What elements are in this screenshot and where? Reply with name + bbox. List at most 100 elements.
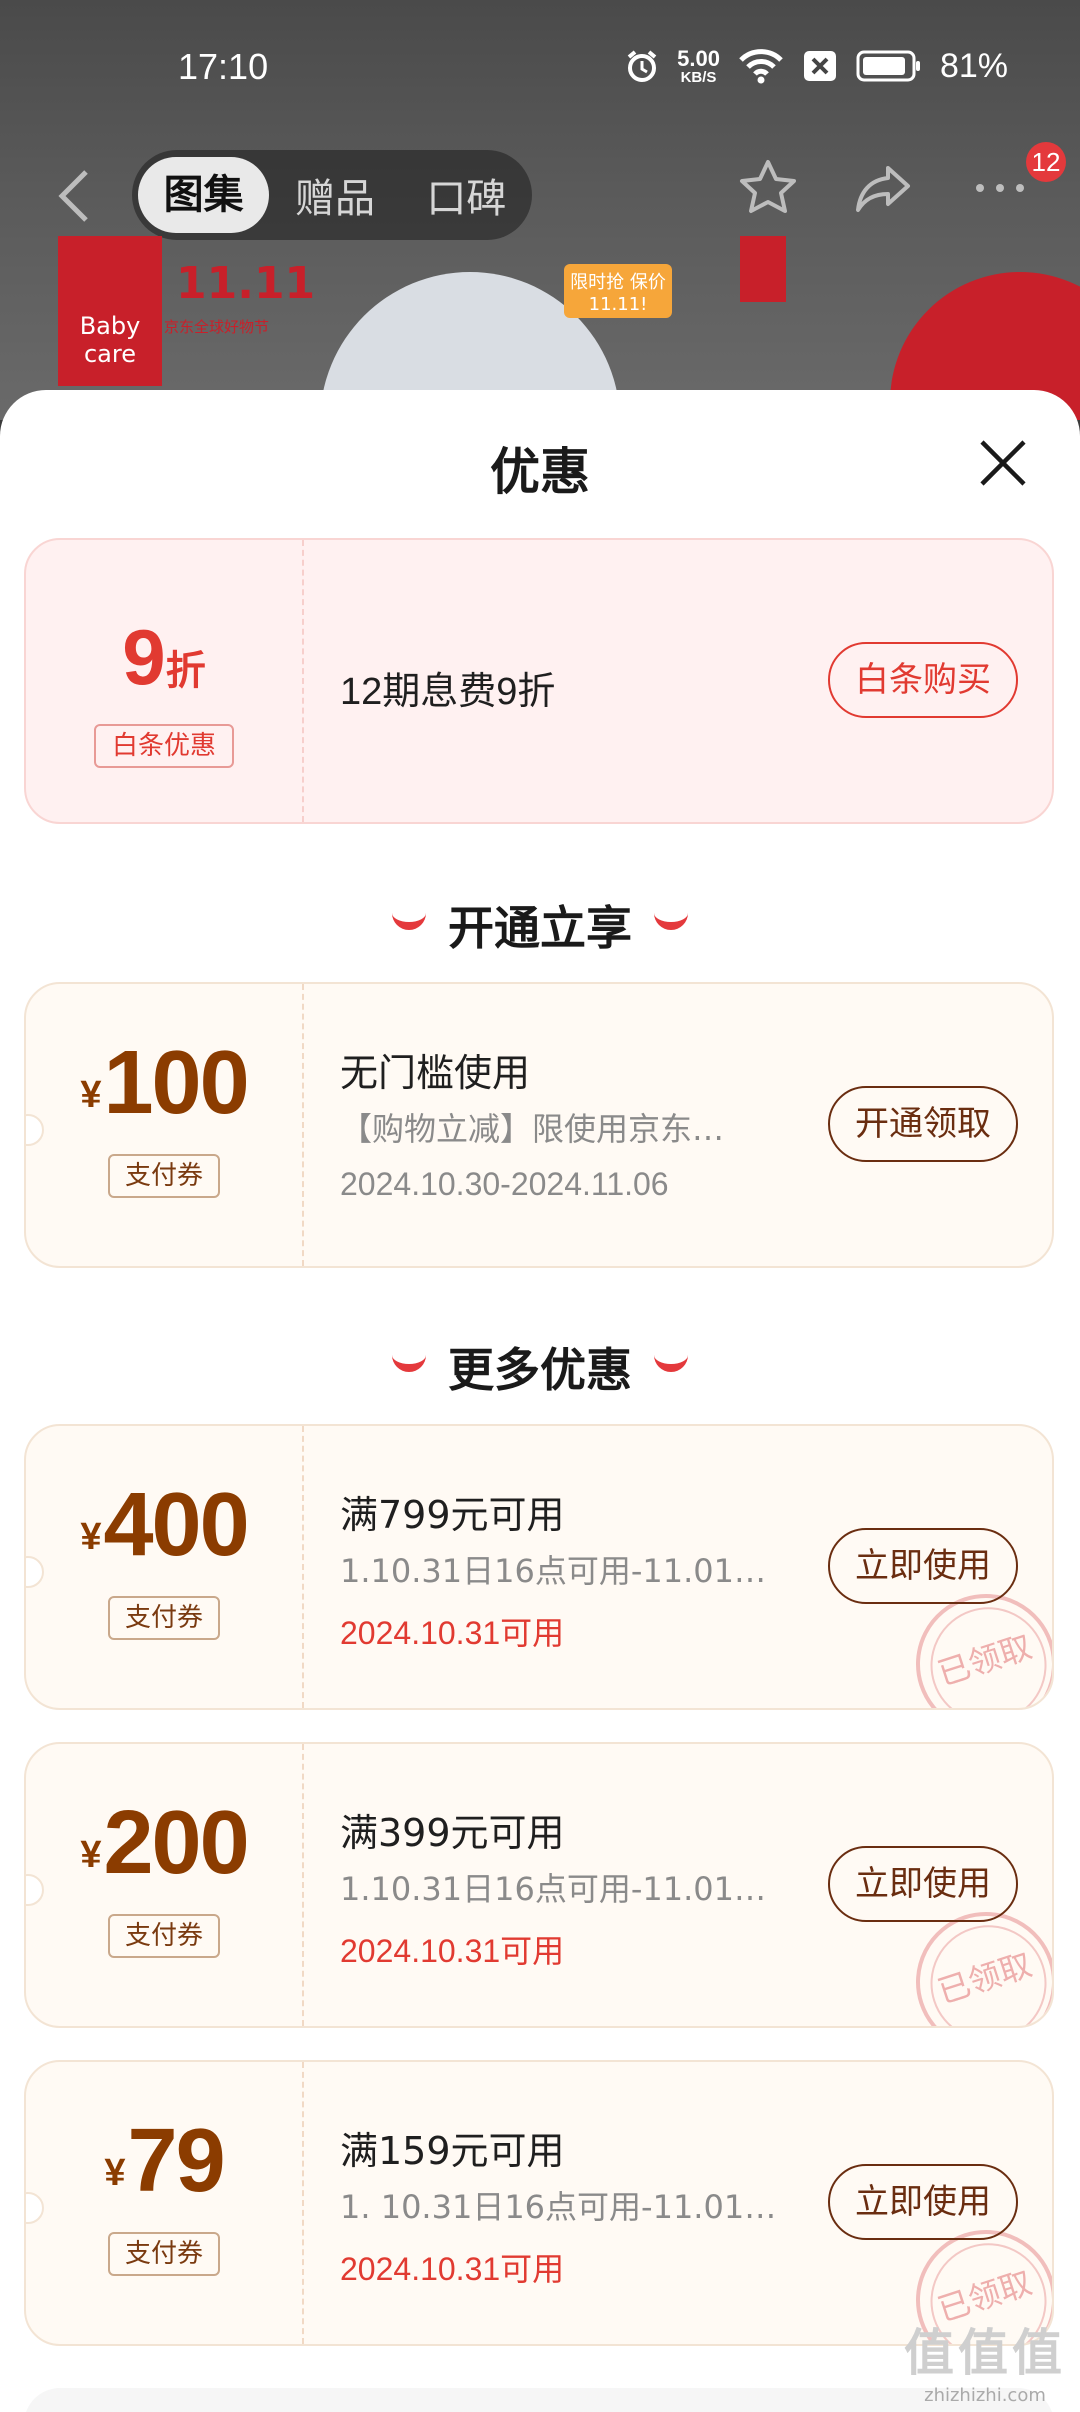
currency-symbol: ¥ bbox=[80, 1074, 102, 1116]
background-page: 17:10 5.00 KB/S 81% 图集 赠品 口碑 12 Baby car… bbox=[0, 0, 1080, 420]
coupon-amount: ¥100 bbox=[26, 1032, 302, 1135]
discount-number: 9 bbox=[122, 613, 166, 701]
coupon-amount: ¥400 bbox=[26, 1474, 302, 1577]
coupon-description: 1.10.31日16点可用-11.01… bbox=[340, 1870, 767, 1908]
watermark-logo: 值值值 bbox=[904, 2324, 1066, 2382]
more-icon bbox=[976, 184, 1024, 192]
wifi-icon bbox=[739, 49, 783, 84]
coupon-card: ¥100 支付券 无门槛使用 【购物立减】限使用京东… 2024.10.30-2… bbox=[24, 982, 1054, 1268]
watermark: 值值值 zhizhizhi.com bbox=[904, 2313, 1066, 2406]
status-bar: 17:10 5.00 KB/S 81% bbox=[0, 0, 1080, 140]
net-speed-unit: KB/S bbox=[680, 68, 717, 86]
amount-number: 400 bbox=[103, 1475, 249, 1575]
media-tabs: 图集 赠品 口碑 bbox=[132, 150, 532, 240]
net-speed-value: 5.00 bbox=[677, 45, 720, 71]
currency-symbol: ¥ bbox=[104, 2152, 126, 2194]
coupon-left: ¥400 支付券 bbox=[26, 1426, 302, 1708]
coupon-card: ¥400 支付券 满799元可用 1.10.31日16点可用-11.01… 20… bbox=[24, 1424, 1054, 1710]
coupon-amount: ¥79 bbox=[26, 2110, 302, 2213]
baitiao-title: 12期息费9折 bbox=[340, 671, 556, 713]
coupon-validity: 2024.10.31可用 bbox=[340, 1615, 565, 1651]
coupon-type-tag: 支付券 bbox=[108, 1154, 220, 1198]
product-navbar: 图集 赠品 口碑 12 bbox=[0, 142, 1080, 248]
amount-number: 79 bbox=[127, 2111, 226, 2211]
nav-actions: 12 bbox=[738, 142, 1066, 218]
coupon-content: 无门槛使用 【购物立减】限使用京东… 2024.10.30-2024.11.06 bbox=[340, 984, 840, 1266]
coupon-type-tag: 支付券 bbox=[108, 1914, 220, 1958]
coupon-content: 满399元可用 1.10.31日16点可用-11.01… 2024.10.31可… bbox=[340, 1744, 840, 2026]
smile-icon bbox=[392, 906, 426, 930]
coupon-content: 满799元可用 1.10.31日16点可用-11.01… 2024.10.31可… bbox=[340, 1426, 840, 1708]
coupon-left: ¥200 支付券 bbox=[26, 1744, 302, 2026]
star-icon[interactable] bbox=[738, 158, 798, 218]
use-now-button[interactable]: 立即使用 bbox=[828, 2164, 1018, 2240]
currency-symbol: ¥ bbox=[80, 1834, 102, 1876]
coupon-card: ¥79 支付券 满159元可用 1. 10.31日16点可用-11.01… 20… bbox=[24, 2060, 1054, 2346]
notification-badge: 12 bbox=[1026, 142, 1066, 182]
card-divider bbox=[302, 1744, 304, 2026]
baitiao-buy-button[interactable]: 白条购买 bbox=[828, 642, 1018, 718]
section-more-header: 更多优惠 bbox=[0, 1334, 1080, 1400]
net-speed: 5.00 KB/S bbox=[677, 45, 720, 86]
coupon-title: 满799元可用 bbox=[340, 1493, 565, 1537]
coupon-amount: ¥200 bbox=[26, 1792, 302, 1895]
section-more-title: 更多优惠 bbox=[448, 1343, 632, 1397]
coupon-validity: 2024.10.31可用 bbox=[340, 2251, 565, 2287]
card-divider bbox=[302, 2062, 304, 2344]
brand-logo: Baby care bbox=[58, 236, 162, 386]
coupon-type-tag: 支付券 bbox=[108, 2232, 220, 2276]
coupon-title: 无门槛使用 bbox=[340, 1051, 531, 1095]
amount-number: 200 bbox=[103, 1793, 249, 1893]
currency-symbol: ¥ bbox=[80, 1516, 102, 1558]
coupon-left: ¥100 支付券 bbox=[26, 984, 302, 1266]
activate-claim-button[interactable]: 开通领取 bbox=[828, 1086, 1018, 1162]
coupon-sheet: 优惠 9折 白条优惠 12期息费9折 白条购买 开通立享 ¥100 支付券 无门… bbox=[0, 390, 1080, 2412]
sheet-title: 优惠 bbox=[490, 443, 590, 501]
status-time: 17:10 bbox=[178, 46, 269, 87]
section-open-header: 开通立享 bbox=[0, 892, 1080, 958]
battery-icon bbox=[856, 50, 920, 82]
mini-brand-logo bbox=[740, 236, 786, 302]
section-open-title: 开通立享 bbox=[448, 901, 632, 955]
baitiao-content: 12期息费9折 bbox=[340, 540, 840, 822]
coupon-content: 满159元可用 1. 10.31日16点可用-11.01… 2024.10.31… bbox=[340, 2062, 840, 2344]
coupon-description: 1.10.31日16点可用-11.01… bbox=[340, 1552, 767, 1590]
coupon-description: 【购物立减】限使用京东… bbox=[340, 1110, 725, 1148]
promo-logo: 11.11 bbox=[176, 258, 316, 309]
next-card-peek bbox=[24, 2388, 1054, 2412]
smile-icon bbox=[654, 906, 688, 930]
coupon-card: ¥200 支付券 满399元可用 1.10.31日16点可用-11.01… 20… bbox=[24, 1742, 1054, 2028]
tab-gallery[interactable]: 图集 bbox=[138, 157, 270, 233]
coupon-validity: 2024.10.31可用 bbox=[340, 1933, 565, 1969]
smile-icon bbox=[654, 1348, 688, 1372]
baitiao-left: 9折 白条优惠 bbox=[26, 540, 302, 822]
amount-number: 100 bbox=[103, 1033, 249, 1133]
flash-sale-tag: 限时抢 保价11.11! bbox=[564, 264, 672, 318]
promo-subtitle: 京东全球好物节 bbox=[164, 318, 270, 336]
discount-value: 9折 bbox=[26, 612, 302, 703]
tab-reviews[interactable]: 口碑 bbox=[401, 166, 532, 224]
more-menu[interactable]: 12 bbox=[970, 142, 1066, 218]
smile-icon bbox=[392, 1348, 426, 1372]
brand-logo-text: Baby care bbox=[79, 312, 141, 368]
tab-gifts[interactable]: 赠品 bbox=[269, 166, 400, 224]
coupon-title: 满159元可用 bbox=[340, 2129, 565, 2173]
close-icon[interactable] bbox=[978, 438, 1028, 488]
use-now-button[interactable]: 立即使用 bbox=[828, 1846, 1018, 1922]
use-now-button[interactable]: 立即使用 bbox=[828, 1528, 1018, 1604]
discount-unit: 折 bbox=[165, 648, 206, 694]
coupon-title: 满399元可用 bbox=[340, 1811, 565, 1855]
coupon-type-tag: 支付券 bbox=[108, 1596, 220, 1640]
card-divider bbox=[302, 984, 304, 1266]
sim-off-icon bbox=[803, 51, 836, 81]
back-icon[interactable] bbox=[54, 168, 94, 224]
card-divider bbox=[302, 1426, 304, 1708]
watermark-site: zhizhizhi.com bbox=[924, 2385, 1046, 2406]
battery-percent: 81% bbox=[939, 46, 1008, 85]
status-icons: 5.00 KB/S 81% bbox=[625, 44, 1008, 88]
share-icon[interactable] bbox=[854, 158, 914, 218]
coupon-left: ¥79 支付券 bbox=[26, 2062, 302, 2344]
coupon-description: 1. 10.31日16点可用-11.01… bbox=[340, 2188, 777, 2226]
baitiao-tag: 白条优惠 bbox=[94, 724, 234, 768]
alarm-icon bbox=[627, 50, 657, 82]
